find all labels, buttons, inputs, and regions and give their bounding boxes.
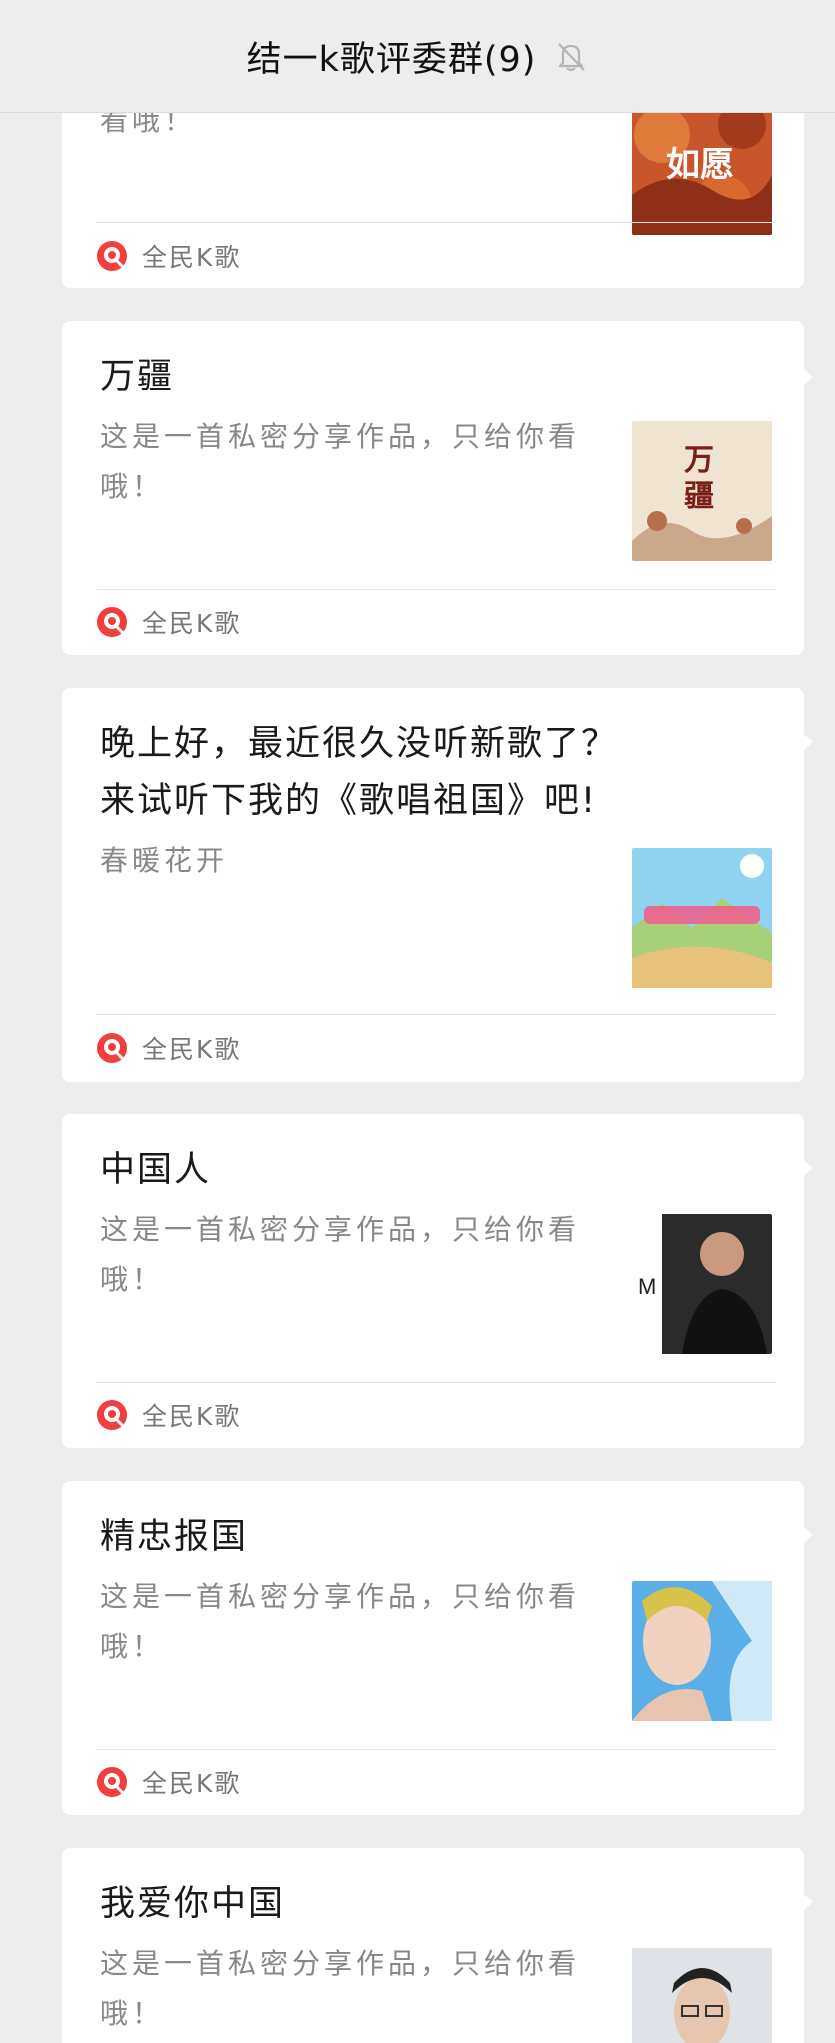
album-cover-text: 如愿	[666, 145, 734, 185]
app-source-label: 全民K歌	[142, 243, 242, 272]
card-description: 春暖花开	[100, 844, 229, 877]
svg-text:M: M	[638, 1274, 656, 1299]
bubble-tail	[799, 1156, 813, 1180]
bubble-tail	[799, 730, 813, 754]
shared-song-card-woainizhongguo[interactable]: 我爱你中国 这是一首私密分享作品，只给你看哦！	[62, 1848, 804, 2043]
kge-app-logo-icon	[96, 240, 128, 272]
bell-muted-icon	[554, 39, 588, 73]
card-title: 我爱你中国	[100, 1884, 286, 1924]
kge-app-logo-icon	[96, 1399, 128, 1431]
card-footer: 全民K歌	[96, 602, 241, 642]
card-description: 这是一首私密分享作品，只给你看哦！	[100, 1947, 581, 2030]
app-source-label: 全民K歌	[142, 1402, 242, 1431]
app-source-label: 全民K歌	[142, 1035, 242, 1064]
card-title: 万疆	[100, 357, 175, 397]
kge-app-logo-icon	[96, 1766, 128, 1798]
card-title: 晚上好，最近很久没听新歌了？来试听下我的《歌唱祖国》吧!	[100, 724, 619, 821]
card-divider	[96, 1749, 776, 1750]
bubble-tail	[799, 365, 813, 389]
shared-song-card-wanjiang[interactable]: 万疆 这是一首私密分享作品，只给你看哦！ 万疆 全民K歌	[62, 321, 804, 655]
card-footer: 全民K歌	[96, 1028, 241, 1068]
card-title: 精忠报国	[100, 1517, 249, 1557]
kge-app-logo-icon	[96, 606, 128, 638]
app-source-label: 全民K歌	[142, 609, 242, 638]
card-divider	[96, 222, 776, 223]
card-description: 这是一首私密分享作品，只给你看哦！	[100, 1580, 581, 1663]
kge-app-logo-icon	[96, 1032, 128, 1064]
card-footer: 全民K歌	[96, 236, 241, 276]
album-cover-man	[632, 1948, 772, 2043]
chat-message-list[interactable]: 看哦！ 如愿 全民K歌 万疆 这是一首私密分享作品，只给你看哦！ 万疆 全民K歌…	[0, 0, 835, 2043]
album-cover-wanjiang: 万疆	[632, 421, 772, 561]
bubble-tail	[799, 1523, 813, 1547]
card-title: 中国人	[100, 1150, 212, 1190]
card-description: 这是一首私密分享作品，只给你看哦！	[100, 420, 581, 503]
shared-song-card-jingzhongbaoguo[interactable]: 精忠报国 这是一首私密分享作品，只给你看哦！ 全民K歌	[62, 1481, 804, 1815]
card-divider	[96, 1382, 776, 1383]
app-source-label: 全民K歌	[142, 1769, 242, 1798]
album-cover-portrait	[632, 1581, 772, 1721]
card-description: 这是一首私密分享作品，只给你看哦！	[100, 1213, 581, 1296]
album-cover-text: 万疆	[684, 443, 714, 514]
card-footer: 全民K歌	[96, 1762, 241, 1802]
bubble-tail	[799, 1890, 813, 1914]
card-divider	[96, 1014, 776, 1015]
card-divider	[96, 589, 776, 590]
album-cover-landscape	[632, 848, 772, 988]
card-footer: 全民K歌	[96, 1395, 241, 1435]
shared-song-card-gechangzuguo[interactable]: 晚上好，最近很久没听新歌了？来试听下我的《歌唱祖国》吧! 春暖花开 全民K歌	[62, 688, 804, 1082]
shared-song-card-zhongguoren[interactable]: 中国人 这是一首私密分享作品，只给你看哦！ M 全民K歌	[62, 1114, 804, 1448]
group-chat-title[interactable]: 结一k歌评委群(9)	[247, 31, 537, 82]
chat-header: 结一k歌评委群(9)	[0, 0, 835, 113]
album-cover-singer: M	[632, 1214, 772, 1354]
album-cover-ruyuan: 如愿	[632, 95, 772, 235]
